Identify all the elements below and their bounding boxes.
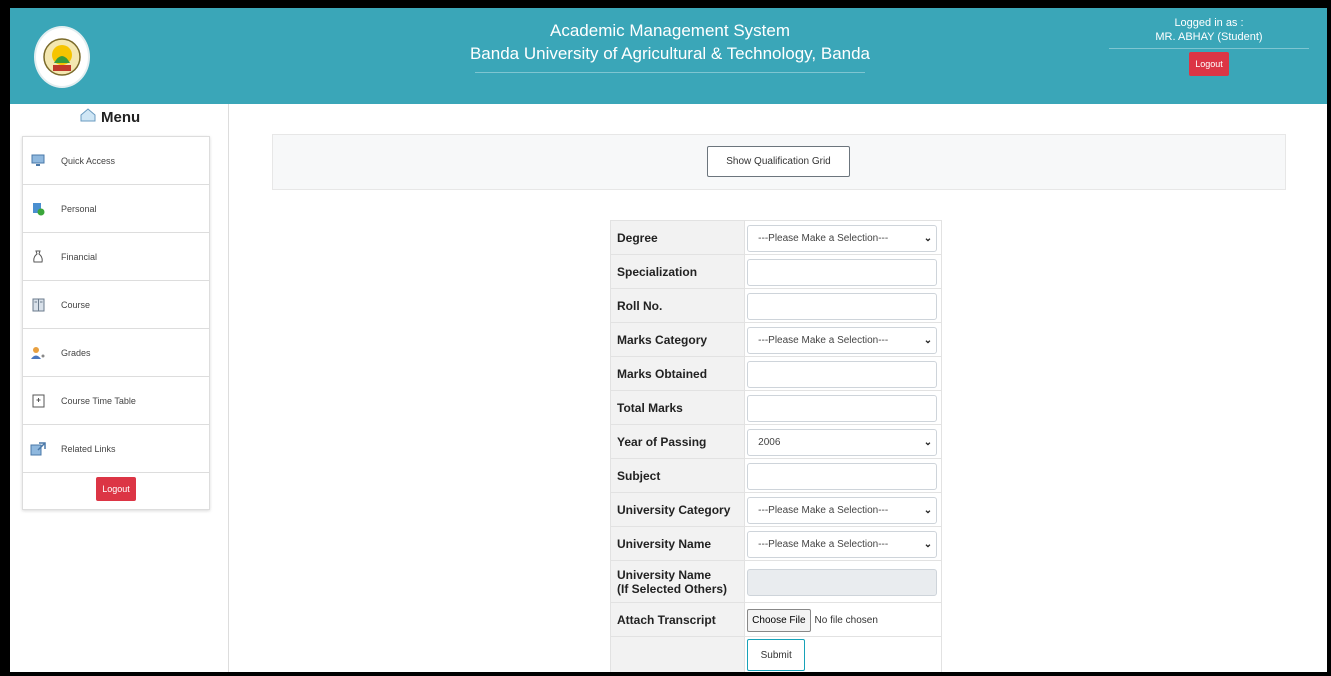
- student-icon: [29, 344, 47, 362]
- form-row-year-of-passing: Year of Passing 2006 ⌄: [609, 424, 942, 459]
- sidebar-item-grades[interactable]: Grades: [23, 329, 209, 377]
- roll-no-input[interactable]: [747, 292, 938, 320]
- sidebar-item-quick-access[interactable]: Quick Access: [23, 137, 209, 185]
- sidebar-item-label: Financial: [61, 251, 98, 262]
- header-bar: Academic Management System Banda Univers…: [10, 8, 1327, 104]
- book-icon: [29, 296, 47, 314]
- marks-obtained-label: Marks Obtained: [609, 356, 746, 391]
- login-divider: [1109, 48, 1309, 49]
- university-name: Banda University of Agricultural & Techn…: [469, 44, 871, 63]
- form-row-roll-no: Roll No.: [609, 288, 942, 323]
- form-row-university-name: University Name ---Please Make a Selecti…: [609, 526, 942, 561]
- sidebar-item-label: Course: [61, 299, 91, 310]
- attach-transcript-label: Attach Transcript: [609, 602, 746, 637]
- title-divider: [475, 72, 865, 73]
- form-row-subject: Subject: [609, 458, 942, 493]
- sidebar-item-label: Related Links: [61, 443, 116, 454]
- form-row-total-marks: Total Marks: [609, 390, 942, 425]
- sidebar-item-financial[interactable]: Financial: [23, 233, 209, 281]
- choose-file-button[interactable]: Choose File: [747, 609, 811, 632]
- sidebar-item-related-links[interactable]: Related Links: [23, 425, 209, 473]
- user-add-icon: [29, 200, 47, 218]
- degree-select[interactable]: ---Please Make a Selection--- ⌄: [747, 224, 938, 252]
- degree-select-value: ---Please Make a Selection---: [758, 232, 889, 244]
- chevron-down-icon: ⌄: [923, 538, 933, 550]
- subject-label: Subject: [609, 458, 746, 493]
- university-name-select[interactable]: ---Please Make a Selection--- ⌄: [747, 530, 938, 558]
- year-of-passing-select-value: 2006: [758, 436, 781, 448]
- sidebar-item-course[interactable]: Course: [23, 281, 209, 329]
- file-status: No file chosen: [814, 615, 878, 626]
- university-name-label: University Name: [609, 526, 746, 561]
- submit-button[interactable]: Submit: [747, 639, 806, 671]
- total-marks-input[interactable]: [747, 394, 938, 422]
- transcript-file-input: Choose File No file chosen: [747, 609, 941, 632]
- chevron-down-icon: ⌄: [923, 334, 933, 346]
- header-logout-button[interactable]: Logout: [1189, 52, 1229, 76]
- menu-title: Menu: [80, 108, 140, 126]
- university-logo: [34, 26, 90, 88]
- menu-label: Menu: [101, 108, 141, 126]
- sidebar: Menu Quick Access Personal Financial Cou…: [10, 104, 229, 672]
- sidebar-item-label: Grades: [61, 347, 91, 358]
- university-category-label: University Category: [609, 492, 746, 527]
- form-row-degree: Degree ---Please Make a Selection--- ⌄: [609, 220, 942, 255]
- link-icon: [29, 440, 47, 458]
- user-name: MR. ABHAY (Student): [1155, 31, 1263, 43]
- app-title: Academic Management System: [550, 21, 790, 40]
- sidebar-item-personal[interactable]: Personal: [23, 185, 209, 233]
- monitor-icon: [29, 152, 47, 170]
- form-row-university-name-other: University Name (If Selected Others): [609, 560, 942, 603]
- app-frame: Academic Management System Banda Univers…: [10, 8, 1327, 672]
- university-name-select-value: ---Please Make a Selection---: [758, 538, 889, 550]
- marks-category-select-value: ---Please Make a Selection---: [758, 334, 889, 346]
- year-of-passing-label: Year of Passing: [609, 424, 746, 459]
- show-qualification-grid-button[interactable]: Show Qualification Grid: [707, 146, 850, 177]
- university-name-other-input: [747, 568, 938, 596]
- specialization-label: Specialization: [609, 254, 746, 289]
- chevron-down-icon: ⌄: [923, 436, 933, 448]
- university-name-other-label-line1: University Name: [617, 567, 712, 582]
- form-row-specialization: Specialization: [609, 254, 942, 289]
- sidebar-item-course-time-table[interactable]: Course Time Table: [23, 377, 209, 425]
- subject-input[interactable]: [747, 462, 938, 490]
- sidebar-logout-wrap: Logout: [23, 473, 209, 501]
- degree-label: Degree: [609, 220, 746, 255]
- sidebar-item-label: Quick Access: [61, 155, 116, 166]
- specialization-input[interactable]: [747, 258, 938, 286]
- qualification-grid-bar: Show Qualification Grid: [272, 134, 1286, 190]
- university-category-select[interactable]: ---Please Make a Selection--- ⌄: [747, 496, 938, 524]
- form-row-university-category: University Category ---Please Make a Sel…: [609, 492, 942, 527]
- chevron-down-icon: ⌄: [923, 504, 933, 516]
- form-row-marks-category: Marks Category ---Please Make a Selectio…: [609, 322, 942, 357]
- sidebar-item-label: Course Time Table: [61, 395, 136, 406]
- year-of-passing-select[interactable]: 2006 ⌄: [747, 428, 938, 456]
- calendar-icon: [29, 392, 47, 410]
- form-row-marks-obtained: Marks Obtained: [609, 356, 942, 391]
- submit-row-label: [609, 636, 746, 672]
- marks-category-label: Marks Category: [609, 322, 746, 357]
- university-name-other-label: University Name (If Selected Others): [609, 560, 746, 603]
- university-name-other-label-line2: (If Selected Others): [617, 581, 728, 596]
- sidebar-item-label: Personal: [61, 203, 97, 214]
- form-row-submit: Submit: [609, 636, 942, 672]
- qualification-form: Degree ---Please Make a Selection--- ⌄ S…: [609, 220, 942, 672]
- university-category-select-value: ---Please Make a Selection---: [758, 504, 889, 516]
- form-row-attach-transcript: Attach Transcript Choose File No file ch…: [609, 602, 942, 637]
- login-info: Logged in as : MR. ABHAY (Student) Logou…: [1109, 16, 1309, 76]
- money-bag-icon: [29, 248, 47, 266]
- chevron-down-icon: ⌄: [923, 232, 933, 244]
- marks-category-select[interactable]: ---Please Make a Selection--- ⌄: [747, 326, 938, 354]
- roll-no-label: Roll No.: [609, 288, 746, 323]
- sidebar-logout-button[interactable]: Logout: [96, 477, 136, 501]
- menu-panel: Quick Access Personal Financial Course G…: [22, 136, 210, 510]
- logged-in-label: Logged in as :: [1174, 17, 1244, 29]
- total-marks-label: Total Marks: [609, 390, 746, 425]
- marks-obtained-input[interactable]: [747, 360, 938, 388]
- home-icon: [80, 108, 96, 126]
